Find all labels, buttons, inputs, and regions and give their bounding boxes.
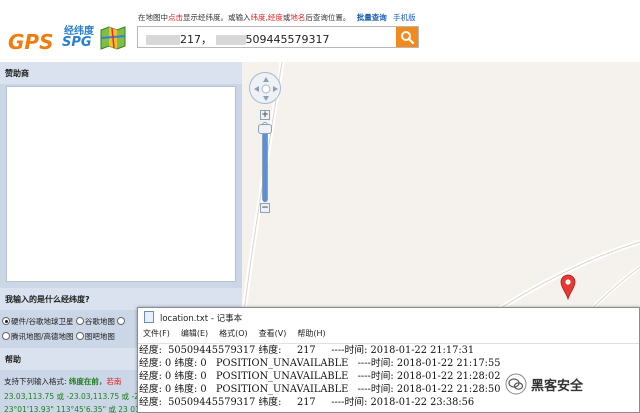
menu-file[interactable]: 文件(F): [143, 328, 170, 339]
radio-unselected[interactable]: [75, 317, 84, 325]
search-button[interactable]: [396, 27, 418, 47]
map-type-option-mapbar[interactable]: 图吧地图: [75, 332, 115, 341]
notepad-window[interactable]: location.txt - 记事本 文件(F) 编辑(E) 格式(O) 查看(V) 帮…: [137, 307, 640, 413]
folded-map-icon: [100, 26, 126, 50]
zoom-in-button[interactable]: +: [260, 110, 270, 120]
logo-gps-text: GPS: [8, 30, 54, 54]
zoom-level-fill: [263, 132, 267, 202]
map-type-option-hardware[interactable]: 硬件/谷歌地球卫星: [2, 317, 74, 326]
sponsor-ad-area: [6, 86, 236, 282]
notepad-titlebar[interactable]: location.txt - 记事本: [138, 308, 639, 326]
coordinate-search-input[interactable]: [138, 27, 396, 47]
radio-unselected[interactable]: [117, 317, 126, 325]
notepad-title: location.txt - 记事本: [160, 314, 243, 324]
search-icon: [401, 31, 414, 44]
radio-selected[interactable]: [2, 317, 10, 325]
log-line: 经度: 50509445579317 纬度: 217 ----时间: 2018-…: [139, 397, 475, 408]
help-format-text: 支持下列输入格式: 纬度在前，若南: [4, 377, 122, 386]
pan-arrows-icon: [254, 77, 278, 101]
search-box: 217， 509445579317: [137, 26, 419, 48]
map-type-option-google[interactable]: 谷歌地图: [75, 317, 115, 326]
log-line: 经度: 50509445579317 纬度: 217 ----时间: 2018-…: [139, 345, 475, 356]
mobile-version-link[interactable]: 手机版: [393, 13, 416, 22]
wechat-logo-icon: [505, 373, 527, 395]
search-hint: 在地图中点击显示经纬度。或输入纬度,经度或地名后查询位置。 批量查询 手机版: [138, 13, 416, 22]
zoom-slider-handle[interactable]: [258, 124, 272, 134]
logo-spg-text: SPG: [62, 35, 92, 50]
radio-unselected[interactable]: [75, 332, 84, 340]
menu-edit[interactable]: 编辑(E): [181, 328, 208, 339]
map-type-option-other[interactable]: [117, 317, 126, 326]
menu-format[interactable]: 格式(O): [219, 328, 248, 339]
help-example-decimal: 23.03,113.75 或 -23.03,113.75 或 -23: [4, 392, 144, 401]
zoom-control: + −: [255, 110, 275, 213]
zoom-out-button[interactable]: −: [260, 203, 270, 213]
menu-help[interactable]: 帮助(H): [297, 328, 325, 339]
help-example-dms: 23°01'13.93" 113°45'6.35" 或 23 01 13: [4, 405, 152, 413]
log-line: 经度: 0 纬度: 0 POSITION_UNAVAILABLE ----时间:…: [139, 358, 501, 369]
location-pin-icon[interactable]: [560, 274, 576, 300]
header: GPS 经纬度 SPG 在地图中点击显示经纬度。或输入纬度,经度或地名后查询位置…: [0, 0, 640, 62]
notepad-icon: [144, 311, 154, 323]
notepad-menubar: 文件(F) 编辑(E) 格式(O) 查看(V) 帮助(H): [138, 328, 639, 342]
wechat-watermark: 黑客安全: [505, 371, 635, 397]
map-type-option-tencent[interactable]: 腾讯地图/高德地图: [2, 332, 74, 341]
batch-query-link[interactable]: 批量查询: [357, 13, 387, 22]
site-logo[interactable]: GPS 经纬度 SPG: [8, 22, 128, 54]
menu-view[interactable]: 查看(V): [259, 328, 287, 339]
pan-control[interactable]: [249, 72, 281, 104]
radio-unselected[interactable]: [2, 332, 10, 340]
watermark-text: 黑客安全: [531, 379, 584, 394]
sponsor-title: 赞助商: [0, 62, 242, 84]
